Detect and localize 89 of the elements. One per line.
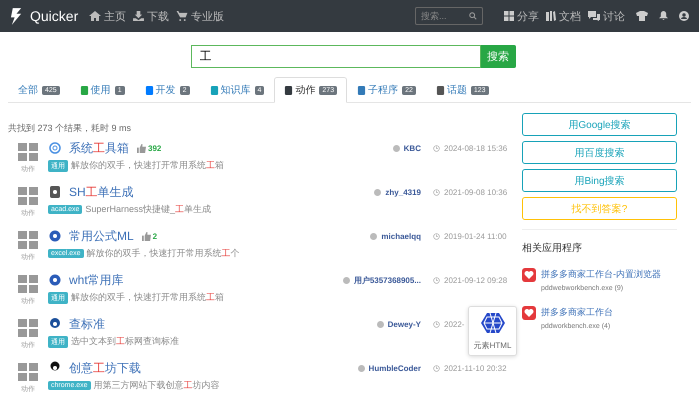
action-title-link[interactable]: 系统工具箱 [69, 140, 129, 156]
user-icon [392, 144, 400, 152]
date-text: 2022- [444, 320, 466, 328]
author-link[interactable]: HumbleCoder [368, 364, 421, 372]
user-icon [370, 232, 378, 240]
grid-icon [18, 187, 38, 205]
action-description: 解放你的双手，快速打开常用系统工箱 [71, 159, 224, 172]
tab-icon [80, 86, 89, 94]
action-icon [48, 141, 62, 155]
section-heading: 相关应用程序 [522, 242, 583, 255]
nav-link[interactable]: 专业版 [176, 8, 224, 24]
thumbs-up-icon [142, 232, 151, 240]
brand-link[interactable]: Quicker [30, 8, 78, 24]
author-link[interactable]: michaelqq [381, 232, 421, 240]
grid-icon [18, 143, 38, 161]
action-icon [48, 185, 62, 199]
action-title-link[interactable]: 创意工坊下载 [69, 360, 141, 376]
grid-icon [504, 11, 514, 21]
like-count: 2 [142, 232, 158, 240]
clock-icon [433, 320, 440, 328]
author-link[interactable]: Dewey-Y [388, 320, 421, 328]
nav-link[interactable]: 文档 [546, 8, 581, 24]
user-icon [342, 276, 350, 284]
clock-icon [433, 276, 440, 284]
cart-icon [176, 11, 188, 21]
tab-icon [284, 86, 294, 94]
clock-icon [433, 144, 440, 152]
date-text: 2021-09-08 10:36 [444, 188, 508, 196]
action-title-link[interactable]: 查标准 [69, 316, 105, 332]
author-link[interactable]: 用户5357368905... [354, 274, 421, 286]
nav-link[interactable]: 分享 [504, 8, 539, 24]
action-description: 选中文本到工标网查询标准 [71, 335, 179, 348]
tab-icon [436, 86, 445, 94]
chat-icon [588, 11, 600, 21]
date-text: 2021-09-12 09:28 [444, 276, 508, 284]
author-link[interactable]: KBC [404, 144, 421, 152]
action-icon [48, 317, 62, 331]
result-summary: 共找到 273 个结果，耗时 9 ms [8, 122, 132, 135]
action-title-link[interactable]: wht常用库 [69, 272, 124, 288]
action-icon [48, 273, 62, 287]
tab-icon [210, 86, 218, 94]
date-text: 2019-01-24 11:00 [444, 232, 508, 240]
download-icon [133, 11, 144, 21]
action-icon [48, 229, 62, 243]
search-button[interactable]: 搜索 [480, 45, 516, 68]
action-title-link[interactable]: SH工单生成 [69, 184, 134, 200]
action-title-link[interactable]: 常用公式ML [69, 228, 134, 244]
tooltip-label: 元素HTML [474, 340, 512, 350]
user-icon[interactable] [679, 11, 689, 21]
nav-link[interactable]: 下载 [133, 8, 170, 24]
date-text: 2021-11-10 20:32 [444, 364, 508, 372]
action-description: 解放你的双手，快速打开常用系统工个 [86, 247, 240, 260]
action-description: 解放你的双手，快速打开常用系统工箱 [71, 291, 224, 304]
user-icon [374, 188, 382, 196]
book-icon [546, 11, 556, 21]
clock-icon [433, 188, 440, 196]
user-icon [376, 320, 384, 328]
thumbs-up-icon [137, 144, 146, 152]
grid-icon [18, 319, 38, 337]
shirt-icon[interactable] [636, 11, 648, 21]
clock-icon [433, 232, 440, 240]
bell-icon[interactable] [659, 11, 668, 21]
nav-search-field[interactable]: 搜索... [415, 7, 483, 25]
date-text: 2024-08-18 15:36 [444, 144, 508, 152]
search-icon [469, 12, 477, 20]
action-description: SuperHarness快捷键_工单生成 [85, 203, 211, 216]
nav-link[interactable]: 主页 [89, 8, 126, 24]
tab-icon [357, 86, 366, 94]
like-count: 392 [137, 144, 162, 152]
side-search-button[interactable]: 用Google搜索 [522, 113, 677, 136]
app-icon [522, 306, 536, 320]
nav-link[interactable]: 讨论 [588, 8, 625, 24]
author-link[interactable]: zhy_4319 [385, 188, 421, 196]
tab-icon [144, 86, 154, 94]
grid-icon [18, 363, 38, 381]
side-search-button[interactable]: 用百度搜索 [522, 141, 677, 164]
web-icon [480, 312, 504, 334]
clock-icon [433, 364, 440, 372]
app-link[interactable]: 拼多多商家工作台-内置浏览器 [541, 268, 661, 281]
search-field[interactable]: 工 [190, 45, 480, 68]
grid-icon [18, 275, 38, 293]
grid-icon [18, 231, 38, 249]
bolt-logo-icon [10, 8, 23, 24]
user-icon [358, 364, 365, 372]
action-description: 用第三方网站下载创意工坊内容 [94, 379, 220, 392]
app-link[interactable]: 拼多多商家工作台 [541, 306, 613, 319]
app-icon [522, 268, 536, 282]
side-search-button[interactable]: 用Bing搜索 [522, 169, 677, 192]
home-icon [89, 11, 102, 21]
